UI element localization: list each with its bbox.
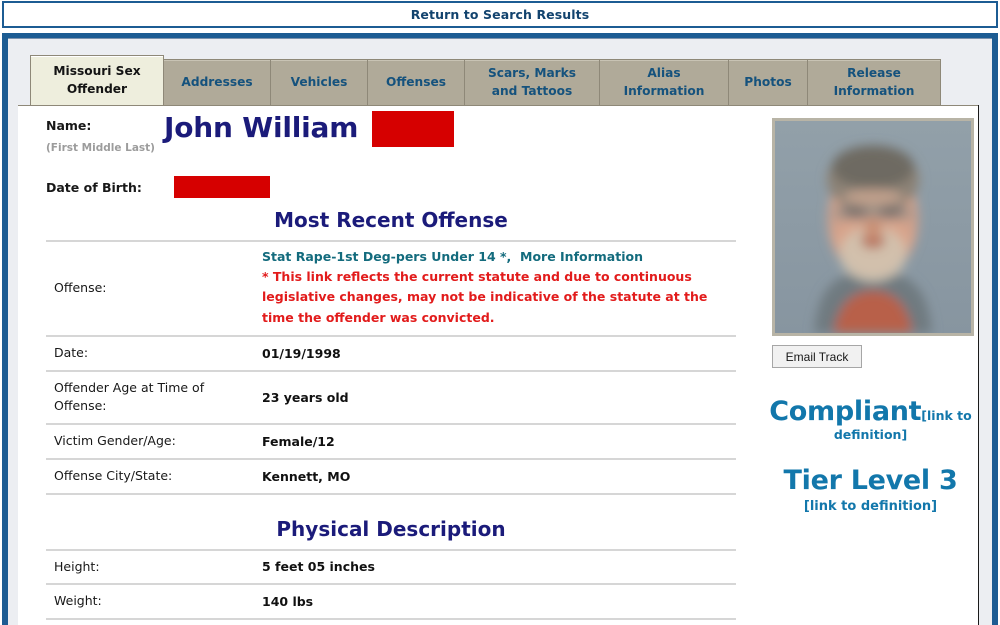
tab-vehicles[interactable]: Vehicles: [270, 59, 368, 105]
offense-value-cell: Stat Rape-1st Deg-pers Under 14 *, More …: [254, 241, 736, 336]
return-to-search-bar[interactable]: Return to Search Results: [2, 1, 998, 28]
tab-bar: Missouri Sex Offender Addresses Vehicles …: [30, 55, 978, 105]
table-row: Eye Color: Blue: [46, 619, 736, 625]
email-track-label: Email Track: [785, 349, 849, 364]
most-recent-offense-table: Offense: Stat Rape-1st Deg-pers Under 14…: [46, 240, 736, 495]
victim-gender-age-label: Victim Gender/Age:: [54, 433, 176, 448]
return-to-search-link[interactable]: Return to Search Results: [411, 7, 590, 22]
offense-statute-link[interactable]: Stat Rape-1st Deg-pers Under 14 *: [262, 249, 507, 264]
tab-label: Missouri Sex Offender: [53, 63, 141, 96]
tab-label: Scars, Marks and Tattoos: [487, 65, 577, 98]
offender-detail-window: Missouri Sex Offender Addresses Vehicles …: [2, 33, 998, 625]
offender-detail-panel: Name: (First Middle Last) John William D…: [18, 105, 978, 625]
physical-description-table: Height: 5 feet 05 inches Weight: 140 lbs…: [46, 549, 736, 625]
victim-gender-age-value: Female/12: [262, 433, 335, 449]
table-row: Victim Gender/Age: Female/12: [46, 424, 736, 459]
date-of-birth-row: Date of Birth:: [46, 176, 270, 198]
tab-label: Vehicles: [290, 74, 348, 89]
offense-statute-disclaimer: * This link reflects the current statute…: [262, 269, 708, 325]
tab-label: Photos: [744, 74, 792, 89]
offender-photo-column: Email Track Compliant[link to definition…: [758, 106, 978, 514]
compliance-status-block: Compliant[link to definition] Tier Level…: [758, 396, 978, 514]
table-row: Offense City/State: Kennett, MO: [46, 458, 736, 494]
identity-block: Name: (First Middle Last) John William D…: [46, 111, 732, 202]
offense-city-state-value: Kennett, MO: [262, 468, 351, 484]
height-label: Height:: [54, 558, 100, 574]
tab-label: Addresses: [181, 74, 253, 89]
compliance-line: Compliant[link to definition]: [758, 396, 978, 443]
tab-label: Alias Information: [623, 65, 705, 98]
offense-date-label: Date:: [54, 344, 89, 360]
eye-color-value: Blue: [254, 619, 736, 625]
tab-label: Offenses: [386, 74, 446, 89]
table-row: Date: 01/19/1998: [46, 335, 736, 371]
panel-right-rail: [978, 105, 992, 625]
offender-info-column: Name: (First Middle Last) John William D…: [18, 106, 736, 625]
tab-alias-information[interactable]: Alias Information: [599, 59, 729, 105]
tab-offenses[interactable]: Offenses: [367, 59, 465, 105]
table-row: Offense: Stat Rape-1st Deg-pers Under 14…: [46, 241, 736, 336]
status-badge-compliant: Compliant: [769, 396, 922, 427]
physical-description-heading: Physical Description: [276, 516, 506, 541]
offender-name-text: John William: [164, 111, 359, 144]
weight-label: Weight:: [54, 593, 102, 609]
weight-value: 140 lbs: [262, 594, 314, 610]
table-row: Weight: 140 lbs: [46, 584, 736, 619]
more-information-link[interactable]: More Information: [520, 249, 643, 264]
redaction-block-last-name: [372, 111, 455, 147]
offense-city-state-label: Offense City/State:: [54, 467, 173, 483]
tier-definition-link[interactable]: [link to definition]: [758, 499, 978, 514]
offender-photo: [772, 118, 974, 336]
mugshot-image: [775, 121, 971, 333]
tab-scars-marks-tattoos[interactable]: Scars, Marks and Tattoos: [464, 59, 600, 105]
table-row: Height: 5 feet 05 inches: [46, 549, 736, 585]
offense-label: Offense:: [54, 280, 107, 295]
redaction-block-date-of-birth: [173, 176, 270, 198]
tab-photos[interactable]: Photos: [728, 59, 808, 105]
offense-separator: ,: [506, 249, 512, 264]
tab-missouri-sex-offender[interactable]: Missouri Sex Offender: [30, 55, 164, 105]
offender-name: John William: [164, 111, 455, 147]
window-inner: Missouri Sex Offender Addresses Vehicles …: [8, 38, 992, 625]
table-row: Offender Age at Time of Offense: 23 year…: [46, 370, 736, 425]
eye-color-label: Eye Color:: [46, 619, 254, 625]
tab-addresses[interactable]: Addresses: [163, 59, 271, 105]
email-track-button[interactable]: Email Track: [772, 345, 862, 368]
tab-label: Release Information: [833, 65, 915, 98]
tab-release-information[interactable]: Release Information: [807, 59, 941, 105]
offender-age-value: 23 years old: [262, 389, 349, 405]
date-of-birth-label: Date of Birth:: [46, 179, 142, 195]
most-recent-offense-heading: Most Recent Offense: [274, 208, 508, 232]
offender-age-label: Offender Age at Time of Offense:: [54, 379, 205, 414]
offense-date-value: 01/19/1998: [262, 345, 341, 361]
height-value: 5 feet 05 inches: [262, 559, 375, 575]
tier-level-badge: Tier Level 3: [783, 465, 958, 497]
